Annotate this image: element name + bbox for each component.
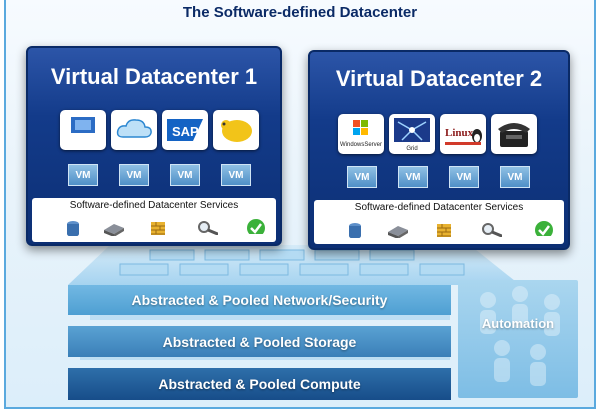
vm-box: VM [500, 166, 530, 188]
check-icon [535, 221, 553, 236]
database-icon [349, 223, 361, 238]
svg-text:SAP: SAP [172, 124, 199, 139]
linux-icon: Linux [440, 114, 486, 154]
firewall-icon [151, 222, 165, 235]
storage-layer-label: Abstracted & Pooled Storage [162, 333, 357, 350]
services-label: Software-defined Datacenter Services [354, 202, 524, 213]
check-icon [247, 219, 265, 234]
compute-layer-label: Abstracted & Pooled Compute [158, 376, 361, 392]
datacenter-title: Virtual Datacenter 2 [335, 66, 543, 91]
storage-layer: Abstracted & Pooled Storage [68, 326, 451, 357]
datacenter-services-panel: Software-defined Datacenter Services [314, 200, 564, 244]
sap-icon: SAP [162, 110, 208, 150]
search-icon [198, 221, 218, 235]
phone-icon [491, 114, 537, 154]
automation-label: Automation [481, 316, 555, 331]
vm-box: VM [449, 166, 479, 188]
exchange-server-icon [60, 110, 106, 150]
storage-device-icon [104, 224, 124, 236]
windows-server-icon: WindowsServer [338, 114, 384, 154]
search-icon [482, 223, 502, 237]
grid-icon: Grid [389, 114, 435, 154]
network-security-layer: Abstracted & Pooled Network/Security [68, 285, 451, 315]
virtual-datacenter-1: Virtual Datacenter 1 SAP VM VM VM VM Sof… [26, 46, 282, 246]
vm-box: VM [68, 164, 98, 186]
vm-box: VM [119, 164, 149, 186]
virtual-datacenter-2: Virtual Datacenter 2 WindowsServer Grid … [308, 50, 570, 250]
compute-layer: Abstracted & Pooled Compute [68, 368, 451, 400]
svg-text:Linux: Linux [445, 127, 474, 139]
database-icon [67, 221, 79, 236]
hadoop-icon [213, 110, 259, 150]
network-security-layer-label: Abstracted & Pooled Network/Security [131, 292, 388, 308]
vm-box: VM [347, 166, 377, 188]
datacenter-title: Virtual Datacenter 1 [50, 64, 258, 89]
vm-box: VM [221, 164, 251, 186]
datacenter-services-panel: Software-defined Datacenter Services [32, 198, 276, 242]
svg-text:WindowsServer: WindowsServer [340, 142, 382, 148]
svg-text:Grid: Grid [406, 146, 417, 152]
firewall-icon [437, 224, 451, 237]
vm-box: VM [398, 166, 428, 188]
cloud-icon [111, 110, 157, 150]
storage-device-icon [388, 226, 408, 238]
services-label: Software-defined Datacenter Services [69, 200, 239, 211]
vm-box: VM [170, 164, 200, 186]
automation-block: Automation [458, 280, 578, 398]
people-icon [480, 286, 560, 386]
